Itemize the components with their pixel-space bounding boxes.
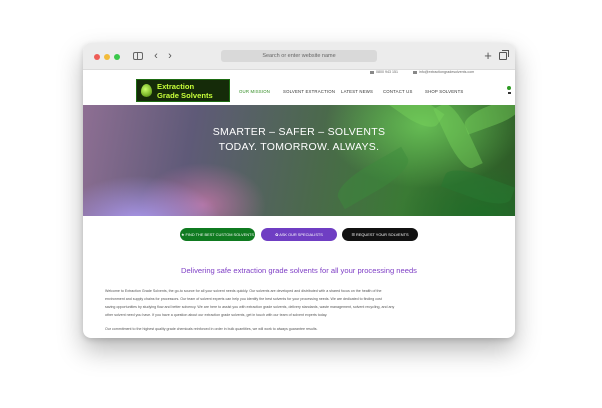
leaf-decoration xyxy=(441,163,515,211)
leaf-decoration xyxy=(331,146,415,210)
logo-text-line1: Extraction xyxy=(157,82,195,91)
mail-icon xyxy=(413,70,417,74)
cart-glyph xyxy=(508,92,511,94)
nav-our-mission[interactable]: OUR MISSION xyxy=(239,89,270,94)
nav-solvent-extraction[interactable]: SOLVENT EXTRACTION xyxy=(283,89,335,94)
hero-banner: SMARTER – SAFER – SOLVENTS TODAY. TOMORR… xyxy=(83,105,515,216)
nav-contact-us[interactable]: CONTACT US xyxy=(383,89,413,94)
phone-text: 0800 943 151 xyxy=(376,70,398,74)
cart-icon[interactable] xyxy=(507,86,512,95)
tab-overview-icon[interactable] xyxy=(499,50,509,60)
browser-toolbar: ‹ › Search or enter website name + xyxy=(83,43,515,70)
email-text: info@extractiongradesolvents.com xyxy=(419,70,475,74)
phone-link[interactable]: 0800 943 151 xyxy=(370,70,398,74)
address-bar[interactable]: Search or enter website name xyxy=(221,50,377,62)
request-solvents-button[interactable]: ☰ REQUEST YOUR SOLVENTS xyxy=(342,228,418,241)
sidebar-icon[interactable] xyxy=(133,52,143,60)
minimize-window-button[interactable] xyxy=(104,54,110,60)
intro-paragraph-line: environment and supply chains for proces… xyxy=(105,297,382,301)
commitment-paragraph: Our commitment to the highest quality gr… xyxy=(105,327,318,331)
hero-title: SMARTER – SAFER – SOLVENTS xyxy=(212,126,386,138)
section-heading: Delivering safe extraction grade solvent… xyxy=(181,266,417,275)
logo-text-line2: Grade Solvents xyxy=(157,91,213,100)
close-window-button[interactable] xyxy=(94,54,100,60)
new-tab-icon[interactable]: + xyxy=(483,49,493,63)
find-solvents-button[interactable]: ★ FIND THE BEST CUSTOM SOLVENTS xyxy=(180,228,255,241)
email-link[interactable]: info@extractiongradesolvents.com xyxy=(413,70,474,74)
site-logo[interactable]: Extraction Grade Solvents xyxy=(136,79,230,102)
hero-subtitle: TODAY. TOMORROW. ALWAYS. xyxy=(218,141,380,153)
intro-paragraph-line: other solvent need you have. If you have… xyxy=(105,313,328,317)
contact-bar: 0800 943 151 info@extractiongradesolvent… xyxy=(83,70,515,77)
forward-icon[interactable]: › xyxy=(165,49,175,63)
ask-specialists-button[interactable]: ✿ ASK OUR SPECIALISTS xyxy=(261,228,337,241)
browser-window: ‹ › Search or enter website name + 0800 … xyxy=(83,43,515,338)
intro-paragraph-line: Welcome to Extraction Grade Solvents, th… xyxy=(105,289,382,293)
phone-icon xyxy=(370,70,374,74)
back-icon[interactable]: ‹ xyxy=(151,49,161,63)
nav-shop-solvents[interactable]: SHOP SOLVENTS xyxy=(425,89,464,94)
maximize-window-button[interactable] xyxy=(114,54,120,60)
nav-latest-news[interactable]: LATEST NEWS xyxy=(341,89,373,94)
droplet-icon xyxy=(141,84,152,97)
intro-paragraph-line: saving opportunities by studying flow an… xyxy=(105,305,395,309)
cart-badge xyxy=(507,86,511,90)
